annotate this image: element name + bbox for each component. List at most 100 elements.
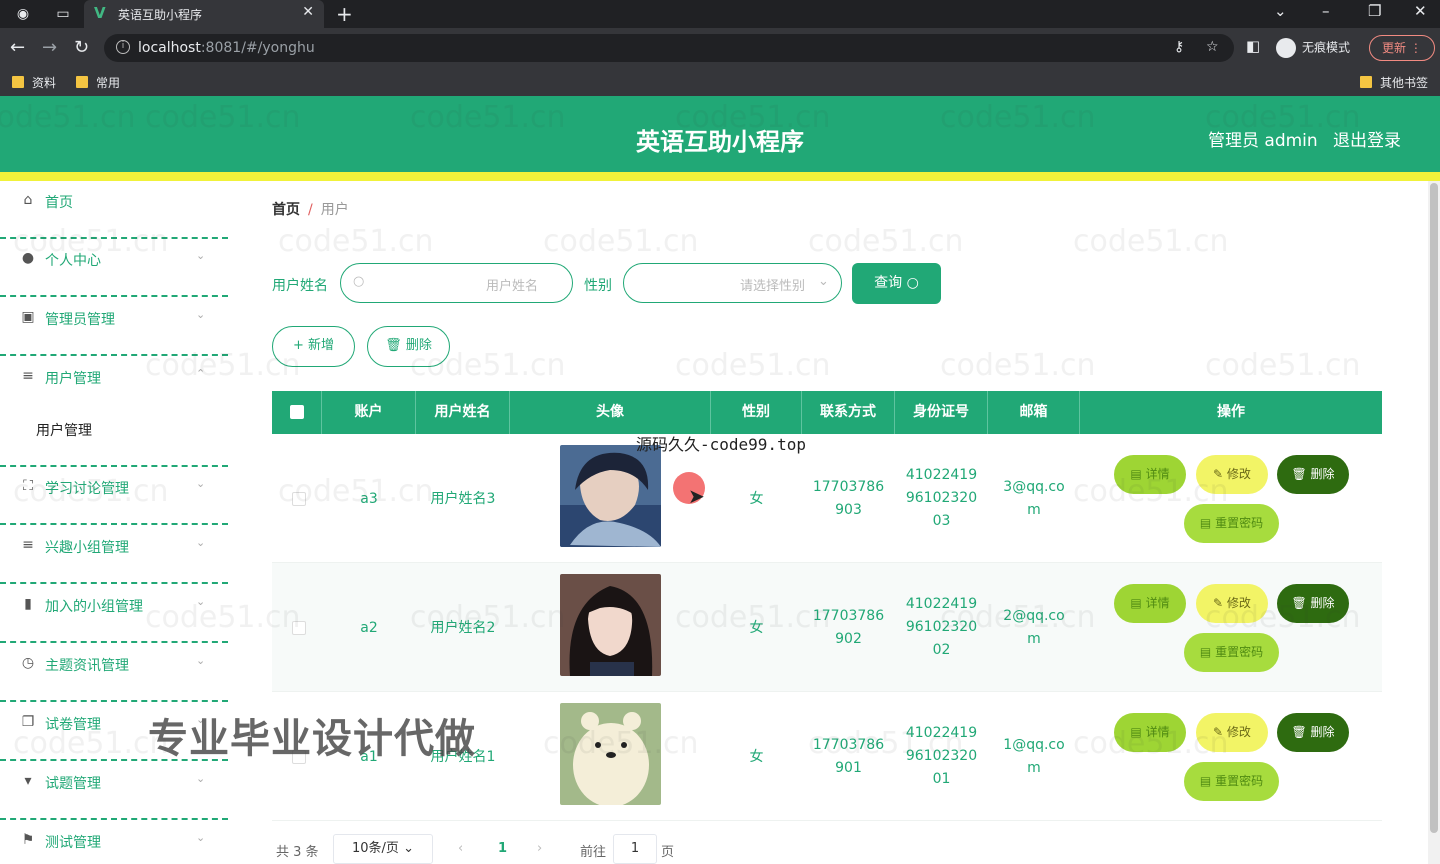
pin-icon: ▾ — [24, 773, 32, 789]
goto-page-input[interactable]: 1 — [613, 834, 657, 864]
sidebar-item-label: 测试管理 — [45, 835, 101, 851]
detail-button[interactable]: ▤ 详情 — [1114, 713, 1186, 752]
sidebar-item-groups[interactable]: ≡ 兴趣小组管理 ⌄ — [0, 526, 228, 584]
chevron-down-icon: ⌄ — [196, 595, 206, 608]
window-close-icon[interactable]: ✕ — [1414, 2, 1427, 20]
tab-close-icon[interactable]: ✕ — [302, 4, 314, 20]
scrollbar-thumb[interactable] — [1430, 183, 1438, 833]
select-all-checkbox[interactable] — [272, 391, 322, 434]
next-page-icon[interactable]: › — [537, 841, 542, 856]
key-icon[interactable]: ⚷ — [1174, 39, 1184, 55]
add-button[interactable]: + 新增 — [272, 326, 355, 367]
chevron-down-icon: ⌄ — [196, 654, 206, 667]
batch-delete-button[interactable]: 🗑 删除 — [367, 326, 450, 367]
delete-button[interactable]: 🗑 删除 — [1277, 713, 1349, 752]
cell-name: 用户姓名2 — [430, 620, 496, 636]
gender-label: 性别 — [584, 278, 612, 294]
watermark: code51.cn — [1073, 224, 1229, 259]
sidebar-item-profile[interactable]: ● 个人中心 ⌄ — [0, 239, 228, 297]
row-checkbox[interactable] — [292, 492, 306, 506]
sidebar-item-admins[interactable]: ▣ 管理员管理 ⌄ — [0, 298, 228, 356]
tab-search-icon[interactable]: ▭ — [54, 5, 72, 23]
forward-icon[interactable]: → — [42, 37, 57, 58]
flag-icon: ⚑ — [21, 832, 35, 848]
submenu-item-user-management[interactable]: 用户管理 — [36, 420, 92, 440]
tab-list-icon[interactable]: ⌄ — [1274, 2, 1287, 20]
chevron-down-icon: ⌄ — [818, 274, 829, 289]
sidebar-item-tests[interactable]: ⚑ 测试管理 ⌄ — [0, 821, 228, 864]
delete-button[interactable]: 🗑 删除 — [1277, 584, 1349, 623]
page-number-current[interactable]: 1 — [498, 841, 507, 856]
other-bookmarks[interactable]: 其他书签 — [1360, 74, 1428, 91]
delete-button[interactable]: 🗑 删除 — [1277, 455, 1349, 494]
cell-email: 1@qq.co m — [1003, 737, 1065, 776]
sidebar-item-label: 管理员管理 — [45, 312, 115, 328]
incognito-indicator[interactable]: 无痕模式 — [1276, 38, 1350, 58]
bookmark-star-icon[interactable]: ☆ — [1206, 39, 1219, 55]
sidebar-item-users[interactable]: ≡ 用户管理 ⌃ — [0, 357, 228, 467]
reload-icon[interactable]: ↻ — [74, 37, 89, 58]
clock-icon: ◷ — [21, 655, 35, 671]
edit-button[interactable]: ✎ 修改 — [1196, 713, 1268, 752]
query-button[interactable]: 查询 ○ — [852, 263, 941, 304]
restore-icon[interactable]: ❐ — [1368, 2, 1381, 20]
detail-button[interactable]: ▤ 详情 — [1114, 455, 1186, 494]
reset-password-button[interactable]: ▤ 重置密码 — [1184, 633, 1279, 672]
gender-select[interactable]: 请选择性别 ⌄ — [623, 263, 842, 303]
mouse-pointer-icon: ➤ — [688, 484, 705, 508]
browser-menu-icon[interactable]: ◉ — [14, 5, 32, 23]
col-actions: 操作 — [1217, 404, 1245, 420]
detail-button[interactable]: ▤ 详情 — [1114, 584, 1186, 623]
breadcrumb-separator: / — [308, 202, 313, 218]
sidebar-item-home[interactable]: ⌂ 首页 — [0, 181, 228, 239]
breadcrumb-home[interactable]: 首页 — [272, 202, 300, 218]
cell-phone: 17703786 902 — [812, 608, 885, 647]
edit-button[interactable]: ✎ 修改 — [1196, 455, 1268, 494]
row-checkbox[interactable] — [292, 621, 306, 635]
frame-icon: ⛶ — [23, 478, 33, 494]
col-account: 账户 — [322, 391, 416, 434]
cell-name: 用户姓名3 — [430, 491, 496, 507]
new-tab-icon[interactable]: + — [336, 2, 353, 26]
header-stripe — [0, 172, 1440, 181]
page-scrollbar[interactable] — [1428, 181, 1440, 864]
bookmark-folder-1[interactable]: 资料 — [12, 74, 56, 91]
bookmark-folder-2[interactable]: 常用 — [76, 74, 120, 91]
chevron-down-icon: ⌄ — [196, 536, 206, 549]
prev-page-icon[interactable]: ‹ — [458, 841, 463, 856]
sidebar-item-joined-groups[interactable]: ▮ 加入的小组管理 ⌄ — [0, 585, 228, 643]
gender-placeholder: 请选择性别 — [740, 279, 806, 294]
browser-tab-active[interactable]: V 英语互助小程序 ✕ — [84, 0, 324, 28]
col-idcard: 身份证号 — [895, 391, 988, 434]
minimize-icon[interactable]: – — [1322, 2, 1330, 20]
table-header: 账户 用户姓名 头像 性别 联系方式 身份证号 邮箱 操作 — [272, 391, 1382, 434]
col-gender: 性别 — [711, 391, 802, 434]
search-icon: ○ — [353, 274, 365, 289]
url-input[interactable]: i localhost:8081/#/yonghu ⚷ ☆ — [104, 34, 1234, 62]
user-icon: ● — [21, 250, 35, 266]
vue-logo-icon: V — [94, 4, 106, 22]
sidebar-item-news[interactable]: ◷ 主题资讯管理 ⌄ — [0, 644, 228, 702]
reset-password-button[interactable]: ▤ 重置密码 — [1184, 762, 1279, 801]
sidebar-item-questions[interactable]: ▾ 试题管理 ⌄ — [0, 762, 228, 820]
chevron-down-icon: ⌄ — [196, 831, 206, 844]
folder-icon — [76, 76, 88, 88]
site-info-icon[interactable]: i — [116, 40, 130, 54]
page-size-select[interactable]: 10条/页 ⌄ — [333, 834, 433, 864]
update-button[interactable]: 更新 ⋮ — [1369, 35, 1435, 61]
reset-password-button[interactable]: ▤ 重置密码 — [1184, 504, 1279, 543]
bookmarks-bar: 资料 常用 其他书签 — [0, 68, 1440, 96]
sidebar-item-discussion[interactable]: ⛶ 学习讨论管理 ⌄ — [0, 467, 228, 525]
back-icon[interactable]: ← — [10, 37, 25, 58]
edit-button[interactable]: ✎ 修改 — [1196, 584, 1268, 623]
cell-email: 3@qq.co m — [1003, 479, 1065, 518]
sidebar-item-label: 加入的小组管理 — [45, 599, 143, 615]
trash-icon: 🗑 — [385, 338, 402, 353]
chevron-down-icon: ⌄ — [196, 772, 206, 785]
home-icon: ⌂ — [23, 192, 33, 208]
logout-link[interactable]: 退出登录 — [1333, 126, 1401, 151]
name-search-input[interactable]: ○ 用户姓名 — [340, 263, 573, 303]
cell-account: a3 — [360, 491, 378, 507]
sidepanel-icon[interactable]: ◧ — [1246, 37, 1260, 55]
cell-email: 2@qq.co m — [1003, 608, 1065, 647]
